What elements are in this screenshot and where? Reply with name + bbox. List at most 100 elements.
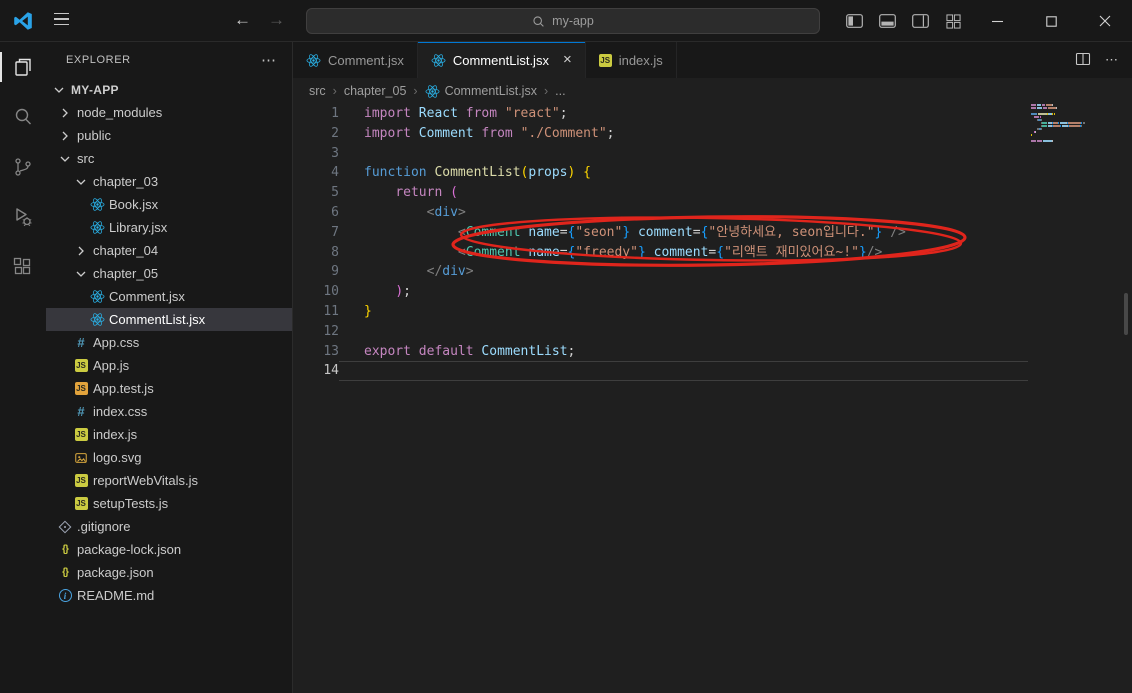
code-line-9[interactable]: 9 </div> — [293, 262, 1132, 282]
explorer-tree: node_modulespublic src chapter_03 Book.jsx L… — [46, 101, 292, 607]
activity-bar-item-extensions[interactable] — [0, 242, 46, 292]
code-line-2[interactable]: 2 import Comment from "./Comment"; — [293, 124, 1132, 144]
maximize-button[interactable] — [1024, 0, 1078, 42]
tree-item-label: logo.svg — [93, 450, 142, 465]
tree-item-label: App.js — [93, 358, 130, 373]
tab-index-js[interactable]: JS index.js — [585, 42, 677, 78]
tree-item-setuptests-js[interactable]: JS setupTests.js — [46, 492, 292, 515]
tree-item-package-lock-json[interactable]: {} package-lock.json — [46, 538, 292, 561]
split-editor-icon[interactable] — [1075, 51, 1091, 70]
line-content: <div> — [426, 204, 466, 220]
line-content: function CommentList(props) { — [364, 165, 591, 181]
toggle-secondary-sidebar-button[interactable] — [904, 0, 937, 42]
titlebar-actions — [838, 0, 1132, 42]
vscode-window: ← → my-app EXPLORER ⋯ MY-APP node_module… — [0, 0, 1132, 693]
code-line-6[interactable]: 6 <div> — [293, 203, 1132, 223]
tree-item-label: public — [77, 128, 111, 143]
more-actions-icon[interactable]: ⋯ — [261, 51, 276, 69]
code-line-4[interactable]: 4 function CommentList(props) { — [293, 163, 1132, 183]
tree-item-comment-jsx[interactable]: Comment.jsx — [46, 285, 292, 308]
tree-item-label: package.json — [77, 565, 154, 580]
tree-item-chapter-04[interactable]: chapter_04 — [46, 239, 292, 262]
tree-item-logo-svg[interactable]: logo.svg — [46, 446, 292, 469]
code-line-14[interactable]: 14 — [293, 361, 1132, 381]
tab-comment-jsx[interactable]: Comment.jsx — [293, 42, 418, 78]
chevron-down-icon — [56, 151, 74, 167]
json-icon: {} — [62, 544, 69, 555]
code-line-13[interactable]: 13 export default CommentList; — [293, 342, 1132, 362]
menu-icon[interactable] — [54, 13, 69, 26]
tree-item-app-test-js[interactable]: JS App.test.js — [46, 377, 292, 400]
toggle-primary-sidebar-button[interactable] — [838, 0, 871, 42]
line-number: 13 — [323, 343, 339, 359]
back-button[interactable]: ← — [234, 9, 251, 31]
activity-bar-item-explorer[interactable] — [0, 42, 46, 92]
tree-item-app-css[interactable]: # App.css — [46, 331, 292, 354]
react-icon — [306, 53, 321, 68]
breadcrumb-item-[interactable]: ... — [555, 84, 565, 98]
code-line-10[interactable]: 10 ); — [293, 282, 1132, 302]
tree-item-chapter-03[interactable]: chapter_03 — [46, 170, 292, 193]
customize-layout-button[interactable] — [937, 0, 970, 42]
tree-item-readme-md[interactable]: i README.md — [46, 584, 292, 607]
search-text: my-app — [552, 14, 594, 28]
chevron-down-icon — [72, 266, 90, 282]
activity-bar — [0, 42, 46, 693]
line-content: } — [364, 303, 372, 319]
editor-more-actions-icon[interactable]: ⋯ — [1105, 52, 1118, 68]
tree-item-label: package-lock.json — [77, 542, 182, 557]
code-line-1[interactable]: 1 import React from "react"; — [293, 104, 1132, 124]
tab-commentlist-jsx[interactable]: CommentList.jsx × — [417, 42, 586, 78]
tree-item-src[interactable]: src — [46, 147, 292, 170]
js-icon: JS — [74, 359, 88, 372]
code-line-11[interactable]: 11} — [293, 302, 1132, 322]
activity-bar-item-search[interactable] — [0, 92, 46, 142]
tree-item-reportwebvitals-js[interactable]: JS reportWebVitals.js — [46, 469, 292, 492]
code-line-3[interactable]: 3 — [293, 144, 1132, 164]
tree-item-gitignore[interactable]: .gitignore — [46, 515, 292, 538]
tree-item-book-jsx[interactable]: Book.jsx — [46, 193, 292, 216]
css-icon: # — [77, 335, 85, 350]
forward-button[interactable]: → — [268, 9, 285, 31]
tree-item-index-css[interactable]: # index.css — [46, 400, 292, 423]
toggle-panel-button[interactable] — [871, 0, 904, 42]
line-number: 12 — [323, 323, 339, 339]
css-icon: # — [77, 404, 85, 419]
line-content — [339, 144, 1028, 164]
code-area[interactable]: 1 import React from "react"; 2 import Comme… — [293, 104, 1132, 693]
code-line-7[interactable]: 7 <Comment name={"seon"} comment={"안녕하세요… — [293, 223, 1132, 243]
react-icon — [88, 220, 106, 235]
search-box[interactable]: my-app — [306, 8, 820, 34]
tree-item-node-modules[interactable]: node_modules — [46, 101, 292, 124]
activity-bar-item-source-control[interactable] — [0, 142, 46, 192]
close-button[interactable] — [1078, 0, 1132, 42]
breadcrumb-item-commentlist-jsx[interactable]: CommentList.jsx — [425, 84, 537, 99]
activity-bar-item-run-debug[interactable] — [0, 192, 46, 242]
tree-item-app-js[interactable]: JS App.js — [46, 354, 292, 377]
line-number: 8 — [331, 244, 339, 260]
tree-item-package-json[interactable]: {} package.json — [46, 561, 292, 584]
tree-item-chapter-05[interactable]: chapter_05 — [46, 262, 292, 285]
code-line-12[interactable]: 12 — [293, 322, 1132, 342]
tree-item-label: CommentList.jsx — [109, 312, 206, 327]
breadcrumb-item-src[interactable]: src — [309, 84, 326, 98]
line-content: return ( — [395, 185, 458, 201]
tree-item-commentlist-jsx[interactable]: CommentList.jsx — [46, 308, 292, 331]
tree-root-my-app[interactable]: MY-APP — [46, 78, 292, 101]
tree-item-library-jsx[interactable]: Library.jsx — [46, 216, 292, 239]
code-line-8[interactable]: 8 <Comment name={"freedy"} comment={"리액트… — [293, 243, 1132, 263]
line-content: import React from "react"; — [364, 106, 568, 121]
close-icon[interactable]: × — [563, 52, 572, 67]
js-icon: JS — [74, 428, 88, 441]
scrollbar-thumb[interactable] — [1124, 293, 1128, 335]
breadcrumb-item-chapter-05[interactable]: chapter_05 — [344, 84, 407, 98]
minimize-button[interactable] — [970, 0, 1024, 42]
react-icon — [88, 312, 106, 327]
json-icon: {} — [62, 567, 69, 578]
tab-label: index.js — [618, 52, 663, 68]
tree-item-index-js[interactable]: JS index.js — [46, 423, 292, 446]
code-line-5[interactable]: 5 return ( — [293, 183, 1132, 203]
line-number: 9 — [331, 264, 339, 280]
minimap[interactable] — [1031, 104, 1107, 146]
tree-item-public[interactable]: public — [46, 124, 292, 147]
